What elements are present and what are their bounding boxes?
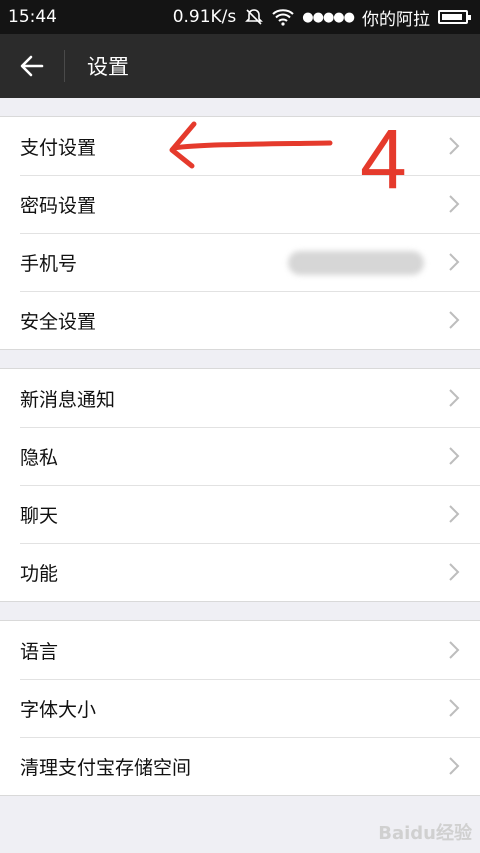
page-title: 设置 [87,55,129,79]
settings-item-label: 聊天 [20,504,59,527]
settings-item-privacy[interactable]: 隐私 [0,427,480,485]
top-nav-bar: 设置 [0,34,480,98]
nav-divider [64,50,65,82]
settings-item-label: 功能 [20,562,59,585]
chevron-right-icon [449,311,460,329]
chevron-right-icon [449,563,460,581]
chevron-right-icon [449,699,460,717]
settings-item-chat[interactable]: 聊天 [0,485,480,543]
battery-icon [438,10,471,24]
carrier-name: 你的阿拉 [362,9,430,30]
settings-item-label: 安全设置 [20,310,97,333]
settings-item-phone[interactable]: 手机号 [0,233,480,291]
chevron-right-icon [449,137,460,155]
settings-item-notifications[interactable]: 新消息通知 [0,369,480,427]
back-button[interactable] [0,34,64,98]
settings-item-label: 隐私 [20,446,59,469]
phone-number-redacted [288,251,424,275]
settings-item-clear-storage[interactable]: 清理支付宝存储空间 [0,737,480,795]
watermark: Baidu经验 [378,823,472,844]
settings-group-other: 语言 字体大小 清理支付宝存储空间 [0,620,480,796]
settings-item-font-size[interactable]: 字体大小 [0,679,480,737]
chevron-right-icon [449,641,460,659]
settings-item-security[interactable]: 安全设置 [0,291,480,349]
chevron-right-icon [449,505,460,523]
settings-item-label: 语言 [20,640,59,663]
settings-item-language[interactable]: 语言 [0,621,480,679]
alarm-off-icon [245,9,264,25]
arrow-left-icon [20,55,44,77]
wifi-icon [272,9,294,26]
settings-item-label: 清理支付宝存储空间 [20,756,192,779]
chevron-right-icon [449,447,460,465]
status-time: 15:44 [8,7,57,27]
signal-dots: ●●●●● [302,9,355,25]
network-speed: 0.91K/s [172,7,237,27]
annotation-arrow: 4 [169,112,407,206]
settings-item-label: 字体大小 [20,698,97,721]
chevron-right-icon [449,757,460,775]
annotation-number: 4 [360,112,407,206]
settings-item-features[interactable]: 功能 [0,543,480,601]
chevron-right-icon [449,253,460,271]
status-bar: 15:44 0.91K/s ●●●●● 你的阿拉 [0,0,480,34]
settings-group-general: 新消息通知 隐私 聊天 功能 [0,368,480,602]
settings-item-label: 新消息通知 [20,388,116,411]
chevron-right-icon [449,389,460,407]
chevron-right-icon [449,195,460,213]
